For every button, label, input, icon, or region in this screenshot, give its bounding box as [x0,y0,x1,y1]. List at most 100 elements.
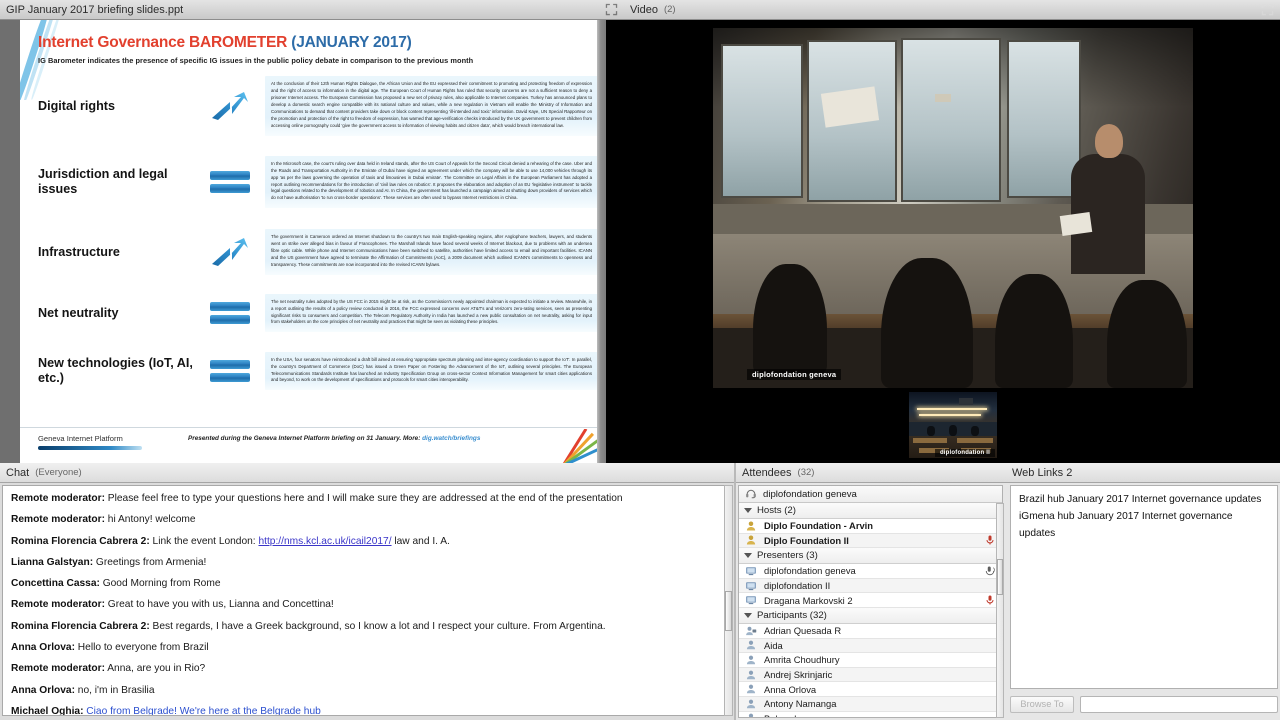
barometer-text: The government in Cameroon ordered an In… [265,229,598,275]
chat-scrollbar-thumb[interactable] [725,591,732,631]
web-links-list[interactable]: Brazil hub January 2017 Internet governa… [1010,485,1278,689]
web-link-url-input[interactable] [1080,695,1278,713]
attendee-row[interactable]: Anna Orlova [739,682,1002,697]
mic-red-icon[interactable] [984,594,996,606]
attendee-row[interactable]: Antony Namanga [739,696,1002,712]
slide-left-margin [0,20,20,463]
attendee-row[interactable]: Aida [739,638,1002,654]
attendee-self-row[interactable]: diplofondation geneva [739,486,1002,503]
attendee-row[interactable]: Andrej Skrinjaric [739,667,1002,683]
chat-message-list[interactable]: Remote moderator: Please feel free to ty… [2,485,728,716]
chat-author: Remote moderator: [11,514,105,526]
video-feed-thumbnail[interactable]: diplofondation II [909,392,997,458]
attendee-name: diplofondation II [764,580,831,592]
chat-scope-label: (Everyone) [35,467,82,478]
chat-text: Anna, are you in Rio? [104,663,206,675]
chevron-down-icon[interactable] [744,612,752,618]
barometer-text: In the Microsoft case, the court's rulin… [265,155,598,209]
attendee-name: Dragana Markovski 2 [764,594,853,606]
slide-brand-underline [38,446,142,450]
video-feed-main[interactable]: diplofondation geneva [713,28,1193,388]
mic-red-icon[interactable] [984,534,996,546]
attendee-group-label: Participants (32) [757,609,827,621]
chevron-down-icon[interactable] [744,508,752,513]
slide-title: Internet Governance BAROMETER (JANUARY 2… [38,34,412,52]
web-link-item[interactable]: Brazil hub January 2017 Internet governa… [1019,492,1269,509]
headset-icon [746,489,756,499]
host-icon [746,535,756,545]
arrow-up-icon [212,92,248,120]
attendee-row[interactable]: Belgrade [739,712,1002,717]
video-main-scene [713,28,1193,388]
attendee-group-hosts[interactable]: Hosts (2) [739,503,1002,519]
chat-message: Remote moderator: Please feel free to ty… [11,492,719,507]
chat-text: Good Morning from Rome [99,578,221,590]
web-links-pod-title: Web Links 2 [1012,466,1073,479]
attendee-name: Diplo Foundation - Arvin [764,520,874,532]
presenter-icon [746,567,756,576]
web-link-item[interactable]: iGmena hub January 2017 Internet governa… [1019,509,1269,543]
attendee-group-participants[interactable]: Participants (32) [739,607,1002,624]
speaking-icon[interactable] [984,565,996,577]
attendee-name: Amrita Choudhury [764,654,840,666]
chat-link[interactable]: http://nms.kcl.ac.uk/icail2017/ [258,536,391,547]
equals-icon [210,169,250,195]
chat-message: Remote moderator: hi Antony! welcome [11,513,719,528]
barometer-indicator [195,237,265,267]
presentation-slide[interactable]: Internet Governance BAROMETER (JANUARY 2… [20,20,598,463]
equals-icon [210,300,250,326]
barometer-indicator [195,300,265,326]
attendees-pod-titlebar: Attendees (32) [736,463,1006,483]
attendee-name: diplofondation geneva [764,565,856,577]
video-pod-count: (2) [663,4,676,15]
attendees-list[interactable]: diplofondation geneva Hosts (2) Diplo Fo… [738,485,1003,718]
slide-scrollbar[interactable] [597,20,606,463]
presenter-icon [746,581,756,590]
attendee-row[interactable]: diplofondation geneva [739,564,1002,579]
attendee-row[interactable]: Amrita Choudhury [739,653,1002,668]
slide-stage: Internet Governance BAROMETER (JANUARY 2… [0,20,624,463]
arrow-up-icon [212,238,248,266]
video-stage: diplofondation geneva diplofondation II [624,20,1280,463]
video-thumb-caption: diplofondation II [934,449,995,457]
attendees-scrollbar[interactable] [996,503,1004,718]
barometer-rows: Digital rights At the conclusion of thei… [20,68,598,400]
slide-brand: Geneva Internet Platform [38,434,123,443]
attendees-count: (32) [797,467,815,478]
chat-message: Concettina Cassa: Good Morning from Rome [11,577,719,592]
attendees-scrollbar-thumb[interactable] [997,559,1003,595]
attendee-row[interactable]: Diplo Foundation II [739,533,1002,549]
chat-text: Link the event London: [149,535,259,547]
chat-pod: Chat (Everyone) Remote moderator: Please… [0,463,736,720]
slide-footer-link[interactable]: dig.watch/briefings [422,435,480,442]
attendee-row[interactable]: diplofondation II [739,578,1002,594]
attendee-name: Diplo Foundation II [764,534,849,546]
participant-icon [748,713,754,717]
chevron-down-icon[interactable] [744,553,752,559]
attendees-pod: Attendees (32) diplofondation geneva Hos… [736,463,1006,720]
chat-text: no, i'm in Brasilia [74,684,155,696]
adobe-connect-meeting-window: GIP January 2017 briefing slides.ppt Int… [0,0,1280,720]
barometer-label: Net neutrality [38,305,119,320]
attendee-group-presenters[interactable]: Presenters (3) [739,548,1002,565]
attendees-pod-title: Attendees [742,466,792,479]
attendee-row[interactable]: Dragana Markovski 2 [739,593,1002,608]
chat-text: hi Antony! welcome [104,514,196,526]
expand-icon[interactable] [1261,3,1274,16]
attendee-row[interactable]: Diplo Foundation - Arvin [739,519,1002,534]
chat-author: Romina Florencia Cabrera 2: [11,620,150,632]
barometer-label: Digital rights [38,98,115,113]
chat-scrollbar[interactable] [724,485,733,716]
participant-icon [746,641,756,650]
expand-icon[interactable] [605,3,618,16]
chat-author: Remote moderator: [11,663,105,675]
barometer-row: Infrastructure The government in Cameroo… [20,220,598,284]
share-pod-titlebar: GIP January 2017 briefing slides.ppt [0,0,624,20]
chat-text-after: law and I. A. [391,535,450,547]
barometer-indicator [195,91,265,121]
attendee-row[interactable]: Adrian Quesada R [739,624,1002,639]
participant-cam-icon [746,626,757,635]
video-pod-titlebar: Video (2) [624,0,1280,20]
chat-author: Anna Orlova: [11,641,75,653]
browse-to-button[interactable]: Browse To [1010,695,1074,713]
